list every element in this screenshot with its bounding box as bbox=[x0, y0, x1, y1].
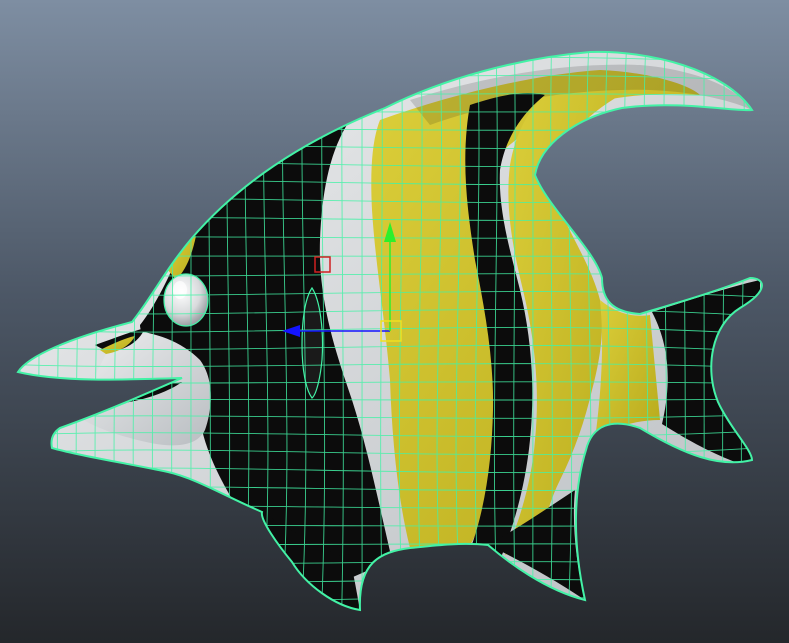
fish-eye-highlight bbox=[173, 281, 187, 299]
viewport-canvas[interactable] bbox=[0, 0, 789, 643]
fish-eye[interactable] bbox=[163, 273, 209, 327]
3d-viewport[interactable] bbox=[0, 0, 789, 643]
